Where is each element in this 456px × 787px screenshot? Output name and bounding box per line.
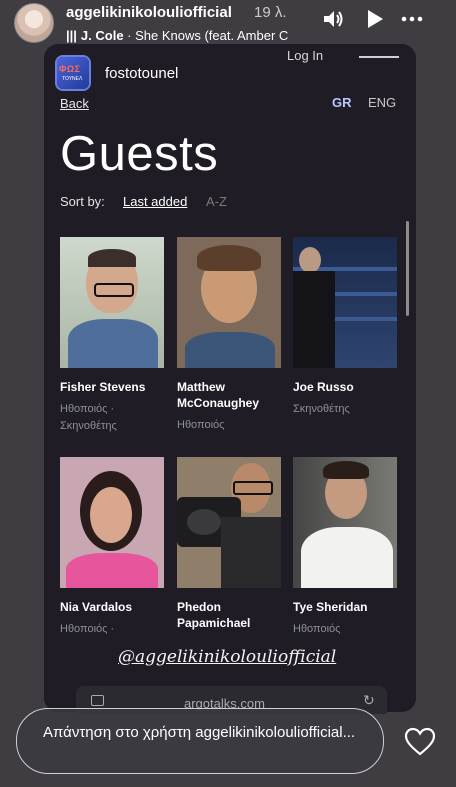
lang-en-button[interactable]: ENG [368, 95, 396, 110]
guest-name[interactable]: Matthew McConaughey [177, 379, 281, 411]
page-title: Guests [60, 127, 219, 181]
guest-role: Ηθοποιός [293, 623, 341, 635]
story-age: 19 λ. [254, 4, 287, 21]
guest-card[interactable]: Joe Russo Σκηνοθέτης [293, 237, 397, 418]
logo-subtext: ΤΟΥΝΕΛ [62, 76, 83, 82]
guest-name[interactable]: Joe Russo [293, 379, 397, 395]
guest-name[interactable]: Phedon Papamichael [177, 599, 281, 631]
play-icon[interactable] [364, 8, 386, 30]
reply-input[interactable]: Απάντηση στο χρήστη aggelikinikoloulioff… [16, 708, 384, 774]
guest-card[interactable]: Nia Vardalos Ηθοποιός · [60, 457, 164, 638]
guest-role: Σκηνοθέτης [293, 403, 350, 415]
scrollbar[interactable] [406, 221, 409, 316]
reply-placeholder: Απάντηση στο χρήστη aggelikinikoloulioff… [43, 724, 356, 741]
site-logo[interactable]: ΦΩΣ ΤΟΥΝΕΛ [57, 57, 89, 89]
sort-last-added[interactable]: Last added [123, 194, 187, 209]
story-header: aggelikinikolouliofficial 19 λ. ||| J. Co… [0, 0, 456, 46]
back-link[interactable]: Back [60, 96, 89, 111]
guest-name[interactable]: Fisher Stevens [60, 379, 164, 395]
guest-card[interactable]: Fisher Stevens Ηθοποιός · Σκηνοθέτης [60, 237, 164, 435]
guest-photo [293, 237, 397, 368]
reload-icon[interactable]: ↻ [363, 692, 375, 709]
guest-name[interactable]: Tye Sheridan [293, 599, 397, 615]
more-icon[interactable] [400, 8, 424, 30]
story-username[interactable]: aggelikinikolouliofficial [66, 4, 232, 21]
guest-card[interactable]: Phedon Papamichael [177, 457, 281, 637]
sort-az[interactable]: A-Z [206, 194, 227, 209]
story-mention[interactable]: @aggelikinikolouliofficial [118, 647, 336, 667]
logo-text: ΦΩΣ [59, 64, 81, 74]
music-artist: J. Cole [80, 28, 124, 43]
music-label[interactable]: ||| J. Cole · She Knows (feat. Amber C [66, 28, 306, 43]
music-bars-icon: ||| [66, 28, 77, 43]
avatar[interactable] [14, 3, 54, 43]
login-link[interactable]: Log In [287, 48, 323, 63]
guest-photo [293, 457, 397, 588]
guest-role: Ηθοποιός · Σκηνοθέτης [60, 403, 117, 432]
website-screenshot: Log In ΦΩΣ ΤΟΥΝΕΛ fostotounel Back GR EN… [44, 44, 416, 712]
site-name[interactable]: fostotounel [105, 65, 178, 82]
guest-photo [60, 457, 164, 588]
tab-icon[interactable] [91, 695, 104, 706]
sound-icon[interactable] [322, 8, 344, 30]
sort-label: Sort by: [60, 194, 105, 209]
guest-photo [177, 457, 281, 588]
lang-gr-button[interactable]: GR [332, 95, 352, 110]
guest-name[interactable]: Nia Vardalos [60, 599, 164, 615]
menu-icon[interactable] [359, 56, 399, 58]
guest-photo [60, 237, 164, 368]
guest-card[interactable]: Tye Sheridan Ηθοποιός [293, 457, 397, 638]
heart-icon[interactable] [404, 727, 436, 757]
music-track: · She Knows (feat. Amber C [123, 28, 289, 43]
guest-photo [177, 237, 281, 368]
guest-role: Ηθοποιός · [60, 623, 115, 635]
guest-role: Ηθοποιός [177, 419, 225, 431]
guest-card[interactable]: Matthew McConaughey Ηθοποιός [177, 237, 281, 434]
